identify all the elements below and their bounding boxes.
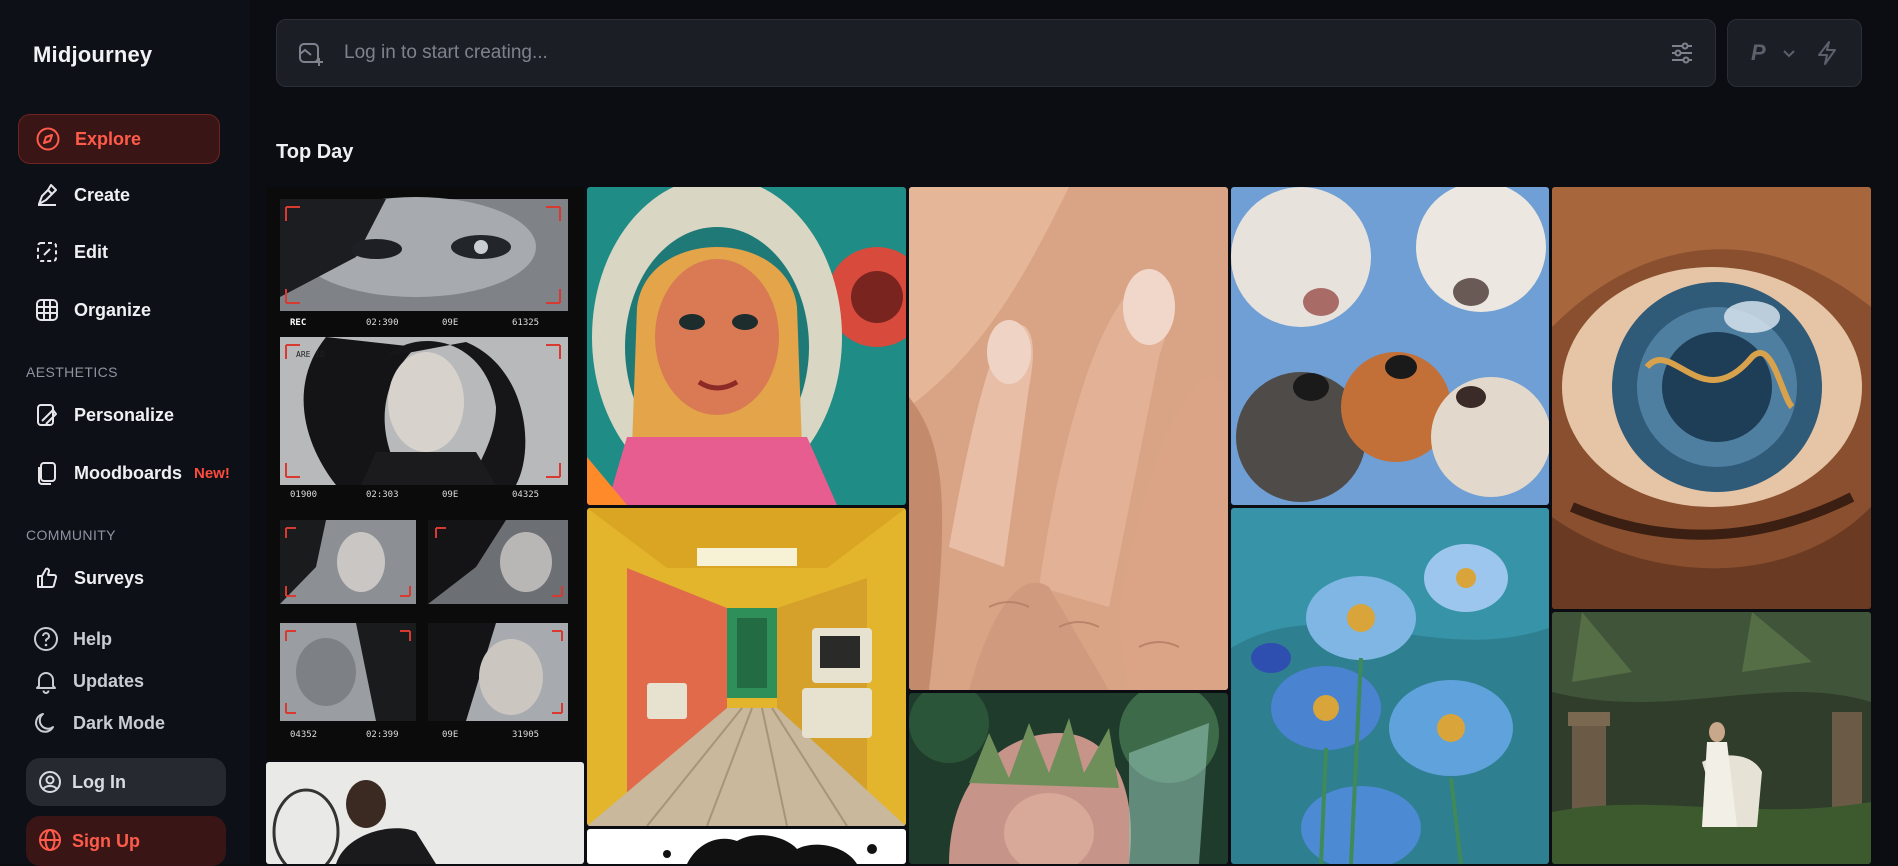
nav-item-organize[interactable]: Organize xyxy=(18,286,218,334)
gallery-tile-tennis[interactable] xyxy=(266,762,584,864)
mode-selector[interactable]: P xyxy=(1727,19,1862,87)
prompt-input[interactable]: Log in to start creating... xyxy=(344,42,548,64)
caption-time: 02:399 xyxy=(366,730,399,740)
nav-label-edit: Edit xyxy=(74,241,108,262)
gallery-tile-poppies[interactable] xyxy=(1231,508,1549,864)
sliders-icon[interactable] xyxy=(1669,40,1695,66)
link-updates[interactable]: Updates xyxy=(33,664,144,698)
nav-label-moodboards: Moodboards xyxy=(74,462,182,483)
link-help[interactable]: Help xyxy=(33,622,112,656)
nav-label-personalize: Personalize xyxy=(74,404,175,425)
caption-code: 09E xyxy=(442,730,459,740)
nav-item-explore[interactable]: Explore xyxy=(18,114,220,164)
section-title: Top Day xyxy=(276,141,354,163)
nav-item-surveys[interactable]: Surveys xyxy=(18,554,218,602)
caption-count: 61325 xyxy=(512,318,540,328)
caption-code: 09E xyxy=(442,318,459,328)
caption-are: ARE ID xyxy=(296,350,325,359)
nav-item-personalize[interactable]: Personalize xyxy=(18,391,218,439)
caption-rec: REC xyxy=(290,318,307,328)
gallery-tile-eye[interactable] xyxy=(1552,187,1871,609)
brush-icon xyxy=(34,182,60,208)
grid-icon xyxy=(34,297,60,323)
caption-count: 01900 xyxy=(290,490,318,500)
signup-button[interactable]: Sign Up xyxy=(26,816,226,866)
collage-image xyxy=(266,187,584,760)
thumbs-up-icon xyxy=(34,565,60,591)
caption-count: 31905 xyxy=(512,730,540,740)
caption-time: 02:390 xyxy=(366,318,399,328)
eye-macro-image xyxy=(1552,187,1871,609)
caption-count: 04352 xyxy=(290,730,318,740)
caption-code: 09E xyxy=(442,490,459,500)
mode-letter: P xyxy=(1751,40,1766,65)
section-label-aesthetics: AESTHETICS xyxy=(26,364,118,380)
gallery-tile-collage[interactable]: REC 02:390 09E 61325 ARE ID 01900 02:303… xyxy=(266,187,584,760)
section-label-community: COMMUNITY xyxy=(26,527,116,543)
dogs-image xyxy=(1231,187,1549,505)
poppies-painting-image xyxy=(1231,508,1549,864)
nav-item-edit[interactable]: Edit xyxy=(18,228,218,276)
signup-label: Sign Up xyxy=(72,830,140,851)
link-updates-label: Updates xyxy=(73,670,145,691)
add-image-icon[interactable] xyxy=(297,40,325,68)
globe-icon xyxy=(38,828,62,852)
gallery-tile-fairy[interactable] xyxy=(909,693,1228,864)
sidebar: Midjourney Explore Create Edit Organize … xyxy=(0,0,250,866)
forest-fairy-image xyxy=(909,693,1228,864)
user-circle-icon xyxy=(38,770,62,794)
help-icon xyxy=(33,626,59,652)
nav-label-surveys: Surveys xyxy=(74,567,145,588)
caption-time: 02:303 xyxy=(366,490,399,500)
gallery-tile-dogs[interactable] xyxy=(1231,187,1549,505)
login-label: Log In xyxy=(72,771,126,792)
corridor-image xyxy=(587,508,906,826)
tennis-player-image xyxy=(266,762,584,864)
moodboards-icon xyxy=(34,460,60,486)
gallery-tile-doll[interactable] xyxy=(587,187,906,505)
moon-icon xyxy=(33,710,59,736)
ink-splash-image xyxy=(587,829,906,864)
link-help-label: Help xyxy=(73,628,113,649)
jungle-horse-image xyxy=(1552,612,1871,864)
gallery-tile-jungle[interactable] xyxy=(1552,612,1871,864)
personalize-icon xyxy=(34,402,60,428)
compass-icon xyxy=(35,126,61,152)
edit-frame-icon xyxy=(34,239,60,265)
gallery-tile-ink[interactable] xyxy=(587,829,906,864)
new-badge: New! xyxy=(194,464,230,482)
prompt-bar[interactable]: Log in to start creating... xyxy=(276,19,1716,87)
nav-label-organize: Organize xyxy=(74,299,152,320)
login-button[interactable]: Log In xyxy=(26,758,226,806)
chevron-down-icon xyxy=(1782,46,1796,60)
bell-icon xyxy=(33,668,59,694)
caption-count: 04325 xyxy=(512,490,540,500)
hand-cheek-image xyxy=(909,187,1228,690)
gallery-tile-corridor[interactable] xyxy=(587,508,906,826)
nav-item-create[interactable]: Create xyxy=(18,171,218,219)
nav-label-create: Create xyxy=(74,184,131,205)
bolt-icon[interactable] xyxy=(1815,40,1839,66)
gallery-tile-hand[interactable] xyxy=(909,187,1228,690)
nav-label-explore: Explore xyxy=(75,128,142,149)
toggle-dark-mode[interactable]: Dark Mode xyxy=(33,706,165,740)
brand-logo[interactable]: Midjourney xyxy=(33,42,152,68)
nav-item-moodboards[interactable]: Moodboards New! xyxy=(18,449,248,497)
doll-astronaut-image xyxy=(587,187,906,505)
dark-mode-label: Dark Mode xyxy=(73,712,166,733)
